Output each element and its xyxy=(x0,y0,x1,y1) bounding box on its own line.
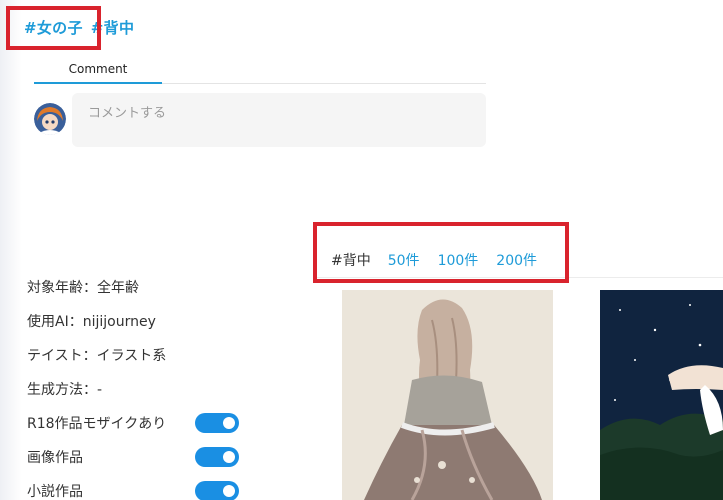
artwork-thumbnail[interactable] xyxy=(600,290,723,500)
toggle-r18-mosaic[interactable] xyxy=(195,413,239,433)
comment-input[interactable] xyxy=(72,93,486,147)
toggle-row-r18-mosaic: R18作品モザイクあり xyxy=(27,406,239,440)
toggle-image-works[interactable] xyxy=(195,447,239,467)
filter-option-100[interactable]: 100件 xyxy=(438,250,479,270)
avatar xyxy=(34,103,66,135)
filter-tag-label: #背中 xyxy=(331,253,371,269)
toggle-label-r18-mosaic: R18作品モザイクあり xyxy=(27,416,167,432)
toggle-label-novel-works: 小説作品 xyxy=(27,484,83,500)
toggle-novel-works[interactable] xyxy=(195,481,239,500)
tag-filter-bar: #背中 50件 100件 200件 xyxy=(331,250,555,270)
toggle-knob xyxy=(223,485,235,497)
artwork-thumbnail[interactable] xyxy=(342,290,553,500)
toggle-knob xyxy=(223,451,235,463)
tab-comment[interactable]: Comment xyxy=(34,59,162,84)
toggle-label-image-works: 画像作品 xyxy=(27,450,83,466)
filter-option-50[interactable]: 50件 xyxy=(388,250,420,270)
left-edge-shadow xyxy=(0,0,22,500)
toggle-row-image-works: 画像作品 xyxy=(27,440,239,474)
attr-taste: テイスト：イラスト系 xyxy=(27,348,167,364)
comment-tabs: Comment xyxy=(34,59,486,84)
divider xyxy=(313,277,723,278)
filter-option-200[interactable]: 200件 xyxy=(496,250,537,270)
toggle-row-novel-works: 小説作品 xyxy=(27,474,239,500)
tag-back[interactable]: #背中 xyxy=(91,17,134,38)
tag-girl[interactable]: #女の子 xyxy=(24,17,83,38)
toggle-knob xyxy=(223,417,235,429)
attr-ai-used: 使用AI：nijijourney xyxy=(27,314,156,330)
work-attributes: 対象年齢：全年齢 使用AI：nijijourney テイスト：イラスト系 生成方… xyxy=(27,270,239,500)
tag-list: #女の子 #背中 xyxy=(24,17,134,38)
attr-age-rating: 対象年齢：全年齢 xyxy=(27,280,139,296)
attr-generation-method: 生成方法：- xyxy=(27,382,103,398)
